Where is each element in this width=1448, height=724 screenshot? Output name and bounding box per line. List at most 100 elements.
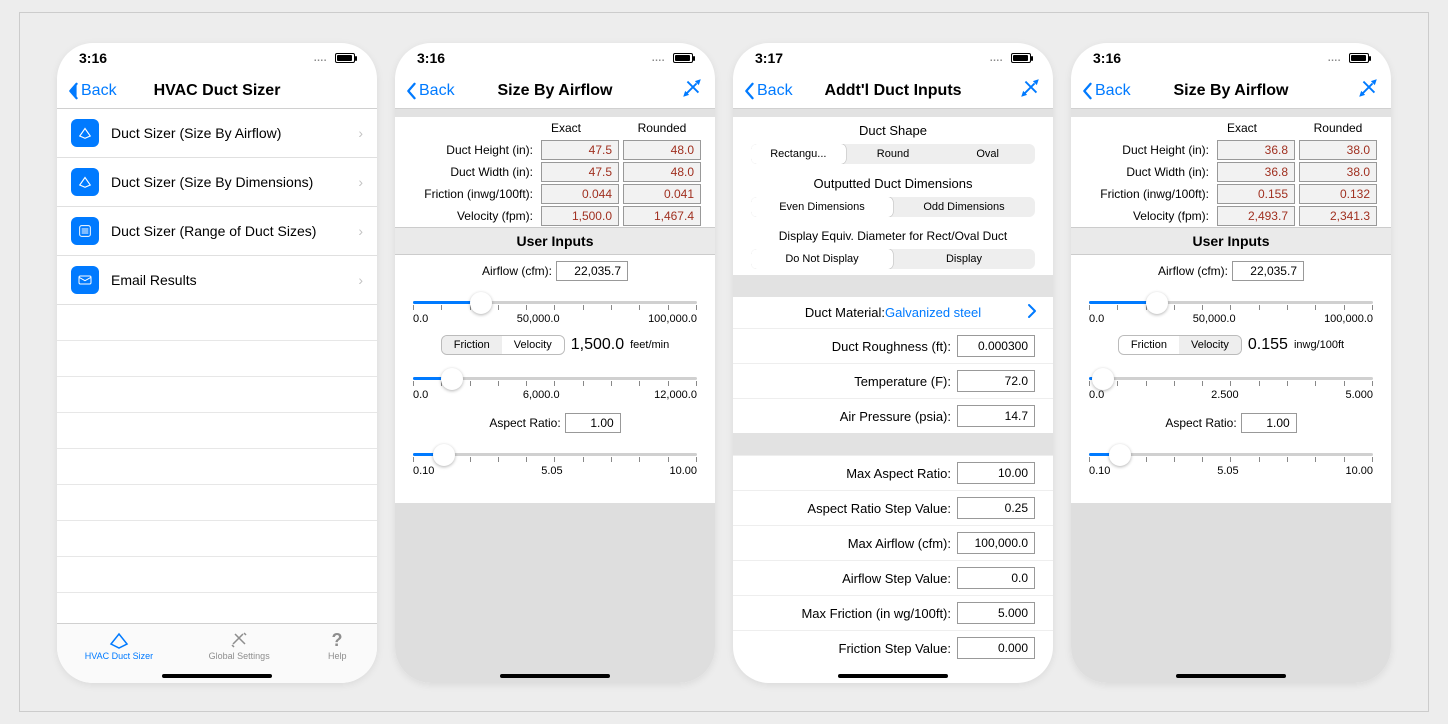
seg-friction[interactable]: Friction: [1119, 336, 1179, 354]
airflow-step-input[interactable]: 0.0: [957, 567, 1035, 589]
result-row-friction: Friction (inwg/100ft): 0.044 0.041: [395, 183, 715, 205]
result-exact: 36.8: [1217, 140, 1295, 160]
temperature-input[interactable]: 72.0: [957, 370, 1035, 392]
material-value: Galvanized steel: [885, 305, 981, 320]
max-airflow-input[interactable]: 100,000.0: [957, 532, 1035, 554]
col-exact: Exact: [1209, 121, 1275, 135]
battery-icon: [335, 53, 355, 63]
max-friction-row: Max Friction (in wg/100ft): 5.000: [733, 595, 1053, 630]
aspect-step-input[interactable]: 0.25: [957, 497, 1035, 519]
section-spacer: [395, 109, 715, 117]
fv-value-input[interactable]: 0.155: [1248, 336, 1288, 354]
tab-duct-sizer[interactable]: HVAC Duct Sizer: [85, 630, 153, 661]
tab-label: Global Settings: [209, 651, 270, 661]
tab-help[interactable]: ? Help: [325, 630, 349, 661]
aspect-ratio-input[interactable]: 1.00: [565, 413, 621, 433]
seg-velocity[interactable]: Velocity: [502, 336, 564, 354]
fv-value-input[interactable]: 1,500.0: [571, 336, 624, 354]
equiv-segment[interactable]: Do Not Display Display: [751, 249, 1035, 269]
slider-labels: 0.10 5.05 10.00: [395, 465, 715, 477]
airflow-input[interactable]: 22,035.7: [1232, 261, 1304, 281]
home-indicator: [1176, 674, 1286, 678]
aspect-ratio-input[interactable]: 1.00: [1241, 413, 1297, 433]
gray-area: [1071, 503, 1391, 683]
seg-no-display[interactable]: Do Not Display: [751, 249, 893, 269]
temperature-label: Temperature (F):: [854, 374, 951, 389]
tools-button[interactable]: [1357, 77, 1379, 104]
pressure-input[interactable]: 14.7: [957, 405, 1035, 427]
back-label: Back: [81, 82, 117, 100]
duct-material-row[interactable]: Duct Material: Galvanized steel: [733, 297, 1053, 328]
seg-rectangular[interactable]: Rectangu...: [751, 144, 846, 164]
seg-round[interactable]: Round: [846, 144, 941, 164]
back-label: Back: [419, 82, 455, 100]
fv-slider[interactable]: [413, 365, 697, 387]
result-rounded: 38.0: [1299, 162, 1377, 182]
back-button[interactable]: Back: [405, 82, 455, 100]
friction-velocity-segment[interactable]: Friction Velocity: [441, 335, 565, 355]
seg-oval[interactable]: Oval: [940, 144, 1035, 164]
friction-step-input[interactable]: 0.000: [957, 637, 1035, 659]
airflow-slider[interactable]: [413, 289, 697, 311]
max-aspect-input[interactable]: 10.00: [957, 462, 1035, 484]
gray-area: [395, 503, 715, 683]
airflow-input[interactable]: 22,035.7: [556, 261, 628, 281]
roughness-row: Duct Roughness (ft): 0.000300: [733, 328, 1053, 363]
friction-velocity-segment[interactable]: Friction Velocity: [1118, 335, 1242, 355]
airflow-slider[interactable]: [1089, 289, 1373, 311]
result-label: Duct Width (in):: [409, 165, 537, 179]
slider-mid: 5.05: [541, 465, 562, 477]
airflow-input-row: Airflow (cfm): 22,035.7: [395, 255, 715, 283]
result-rounded: 0.041: [623, 184, 701, 204]
cell-signal-icon: ....: [314, 53, 327, 64]
seg-display[interactable]: Display: [893, 249, 1035, 269]
aspect-ratio-slider[interactable]: [1089, 441, 1373, 463]
result-rounded: 38.0: [1299, 140, 1377, 160]
empty-row: [57, 377, 377, 413]
back-button[interactable]: Back: [67, 82, 117, 100]
result-exact: 47.5: [541, 140, 619, 160]
chevron-right-icon: ›: [358, 174, 363, 190]
seg-odd[interactable]: Odd Dimensions: [893, 197, 1035, 217]
seg-velocity[interactable]: Velocity: [1179, 336, 1241, 354]
outdim-segment[interactable]: Even Dimensions Odd Dimensions: [751, 197, 1035, 217]
section-user-inputs: User Inputs: [395, 227, 715, 255]
aspect-step-row: Aspect Ratio Step Value: 0.25: [733, 490, 1053, 525]
slider-max: 10.00: [1345, 465, 1373, 477]
clock: 3:17: [755, 50, 783, 66]
slider-min: 0.0: [1089, 389, 1104, 401]
result-row-velocity: Velocity (fpm): 2,493.7 2,341.3: [1071, 205, 1391, 227]
back-button[interactable]: Back: [1081, 82, 1131, 100]
fv-slider[interactable]: [1089, 365, 1373, 387]
pressure-row: Air Pressure (psia): 14.7: [733, 398, 1053, 433]
app-showcase-frame: 3:16 .... Back HVAC Duct Sizer Duct Size…: [19, 12, 1429, 712]
menu-label: Email Results: [111, 272, 197, 288]
svg-text:?: ?: [332, 630, 343, 650]
menu-row-airflow[interactable]: Duct Sizer (Size By Airflow) ›: [57, 109, 377, 158]
tools-button[interactable]: [681, 77, 703, 104]
seg-even[interactable]: Even Dimensions: [751, 197, 893, 217]
seg-friction[interactable]: Friction: [442, 336, 502, 354]
menu-row-range[interactable]: Duct Sizer (Range of Duct Sizes) ›: [57, 207, 377, 256]
result-label: Velocity (fpm):: [1085, 209, 1213, 223]
empty-row: [57, 341, 377, 377]
friction-step-row: Friction Step Value: 0.000: [733, 630, 1053, 665]
slider-max: 100,000.0: [648, 313, 697, 325]
back-button[interactable]: Back: [743, 82, 793, 100]
menu-row-dimensions[interactable]: Duct Sizer (Size By Dimensions) ›: [57, 158, 377, 207]
section-spacer: [733, 109, 1053, 117]
duct-shape-segment[interactable]: Rectangu... Round Oval: [751, 144, 1035, 164]
phone-screen-2: 3:16 .... Back Size By Airflow Exact Rou…: [395, 43, 715, 683]
roughness-input[interactable]: 0.000300: [957, 335, 1035, 357]
aspect-ratio-slider[interactable]: [413, 441, 697, 463]
slider-max: 5.000: [1345, 389, 1373, 401]
max-friction-input[interactable]: 5.000: [957, 602, 1035, 624]
result-label: Friction (inwg/100ft):: [409, 187, 537, 201]
aspect-ratio-row: Aspect Ratio: 1.00: [395, 407, 715, 435]
slider-mid: 6,000.0: [523, 389, 560, 401]
tools-button[interactable]: [1019, 77, 1041, 104]
airflow-input-row: Airflow (cfm): 22,035.7: [1071, 255, 1391, 283]
tab-global-settings[interactable]: Global Settings: [209, 630, 270, 661]
menu-row-email[interactable]: Email Results ›: [57, 256, 377, 305]
col-rounded: Rounded: [629, 121, 695, 135]
